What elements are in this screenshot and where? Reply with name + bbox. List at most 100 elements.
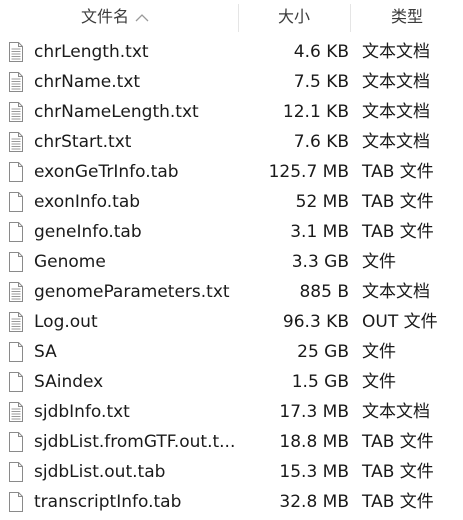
file-name: transcriptInfo.tab bbox=[34, 492, 182, 512]
blank-file-icon-graphic bbox=[9, 192, 23, 212]
blank-file-icon bbox=[8, 341, 24, 363]
file-row[interactable]: chrStart.txt 7.6 KB 文本文档 bbox=[0, 127, 463, 157]
blank-file-icon bbox=[8, 191, 24, 213]
file-name: geneInfo.tab bbox=[34, 222, 142, 242]
file-type: 文本文档 bbox=[362, 282, 430, 302]
text-document-icon-graphic bbox=[9, 402, 23, 422]
text-document-icon-graphic bbox=[9, 72, 23, 92]
column-header-size[interactable]: 大小 bbox=[239, 0, 349, 34]
blank-file-icon-graphic bbox=[9, 372, 23, 392]
blank-file-icon bbox=[8, 371, 24, 393]
file-name: Genome bbox=[34, 252, 106, 272]
file-row[interactable]: SA 25 GB 文件 bbox=[0, 337, 463, 367]
file-type: TAB 文件 bbox=[362, 222, 434, 242]
column-header-type[interactable]: 类型 bbox=[351, 0, 463, 34]
text-document-icon bbox=[8, 101, 24, 123]
file-size: 17.3 MB bbox=[279, 402, 349, 422]
file-size: 4.6 KB bbox=[293, 42, 349, 62]
file-row[interactable]: Log.out 96.3 KB OUT 文件 bbox=[0, 307, 463, 337]
file-type: TAB 文件 bbox=[362, 462, 434, 482]
text-document-icon bbox=[8, 131, 24, 153]
file-type: OUT 文件 bbox=[362, 312, 438, 332]
file-type: TAB 文件 bbox=[362, 432, 434, 452]
file-name: sjdbList.out.tab bbox=[34, 462, 166, 482]
file-name: chrLength.txt bbox=[34, 42, 149, 62]
column-header-type-label: 类型 bbox=[390, 7, 423, 26]
column-header-name[interactable]: 文件名 bbox=[0, 0, 238, 34]
file-row[interactable]: Genome 3.3 GB 文件 bbox=[0, 247, 463, 277]
file-type: TAB 文件 bbox=[362, 192, 434, 212]
text-document-icon bbox=[8, 281, 24, 303]
file-row[interactable]: sjdbList.out.tab 15.3 MB TAB 文件 bbox=[0, 457, 463, 487]
file-type: 文本文档 bbox=[362, 132, 430, 152]
file-row[interactable]: genomeParameters.txt 885 B 文本文档 bbox=[0, 277, 463, 307]
file-name: sjdbInfo.txt bbox=[34, 402, 130, 422]
file-row[interactable]: exonInfo.tab 52 MB TAB 文件 bbox=[0, 187, 463, 217]
file-name: exonInfo.tab bbox=[34, 192, 141, 212]
file-row[interactable]: SAindex 1.5 GB 文件 bbox=[0, 367, 463, 397]
file-name: chrNameLength.txt bbox=[34, 102, 199, 122]
file-name: chrStart.txt bbox=[34, 132, 132, 152]
text-document-icon-graphic bbox=[9, 312, 23, 332]
chevron-up-icon bbox=[135, 0, 149, 34]
file-type: 文件 bbox=[362, 342, 396, 362]
file-size: 12.1 KB bbox=[282, 102, 349, 122]
text-document-icon bbox=[8, 71, 24, 93]
file-size: 25 GB bbox=[297, 342, 349, 362]
file-size: 15.3 MB bbox=[279, 462, 349, 482]
file-size: 52 MB bbox=[295, 192, 349, 212]
file-type: 文本文档 bbox=[362, 72, 430, 92]
file-size: 7.5 KB bbox=[293, 72, 349, 92]
file-name: SAindex bbox=[34, 372, 104, 392]
blank-file-icon-graphic bbox=[9, 342, 23, 362]
file-row[interactable]: chrNameLength.txt 12.1 KB 文本文档 bbox=[0, 97, 463, 127]
file-type: 文件 bbox=[362, 252, 396, 272]
file-type: TAB 文件 bbox=[362, 162, 434, 182]
file-row[interactable]: chrName.txt 7.5 KB 文本文档 bbox=[0, 67, 463, 97]
text-document-icon bbox=[8, 41, 24, 63]
file-name: chrName.txt bbox=[34, 72, 141, 92]
file-size: 1.5 GB bbox=[291, 372, 349, 392]
file-size: 7.6 KB bbox=[293, 132, 349, 152]
column-header-size-label: 大小 bbox=[277, 7, 310, 26]
file-name: sjdbList.fromGTF.out.t... bbox=[34, 432, 236, 452]
file-name: exonGeTrInfo.tab bbox=[34, 162, 179, 182]
file-size: 3.1 MB bbox=[290, 222, 349, 242]
column-header-name-label: 文件名 bbox=[80, 7, 129, 26]
file-size: 3.3 GB bbox=[291, 252, 349, 272]
text-document-icon bbox=[8, 311, 24, 333]
file-row[interactable]: transcriptInfo.tab 32.8 MB TAB 文件 bbox=[0, 487, 463, 517]
text-document-icon-graphic bbox=[9, 132, 23, 152]
blank-file-icon-graphic bbox=[9, 492, 23, 512]
text-document-icon bbox=[8, 401, 24, 423]
blank-file-icon-graphic bbox=[9, 162, 23, 182]
file-size: 32.8 MB bbox=[279, 492, 349, 512]
file-type: 文本文档 bbox=[362, 42, 430, 62]
file-size: 125.7 MB bbox=[268, 162, 349, 182]
file-list: chrLength.txt 4.6 KB 文本文档 chrName.txt 7.5 KB… bbox=[0, 37, 463, 517]
blank-file-icon-graphic bbox=[9, 462, 23, 482]
file-size: 18.8 MB bbox=[279, 432, 349, 452]
blank-file-icon bbox=[8, 221, 24, 243]
file-size: 96.3 KB bbox=[282, 312, 349, 332]
blank-file-icon-graphic bbox=[9, 222, 23, 242]
blank-file-icon bbox=[8, 461, 24, 483]
column-header-bar: 文件名 大小 类型 bbox=[0, 0, 463, 34]
file-row[interactable]: sjdbList.fromGTF.out.t... 18.8 MB TAB 文件 bbox=[0, 427, 463, 457]
blank-file-icon bbox=[8, 251, 24, 273]
file-type: 文件 bbox=[362, 372, 396, 392]
text-document-icon-graphic bbox=[9, 42, 23, 62]
text-document-icon-graphic bbox=[9, 102, 23, 122]
file-row[interactable]: geneInfo.tab 3.1 MB TAB 文件 bbox=[0, 217, 463, 247]
file-row[interactable]: sjdbInfo.txt 17.3 MB 文本文档 bbox=[0, 397, 463, 427]
file-row[interactable]: exonGeTrInfo.tab 125.7 MB TAB 文件 bbox=[0, 157, 463, 187]
blank-file-icon-graphic bbox=[9, 252, 23, 272]
file-type: 文本文档 bbox=[362, 402, 430, 422]
blank-file-icon bbox=[8, 161, 24, 183]
text-document-icon-graphic bbox=[9, 282, 23, 302]
file-type: 文本文档 bbox=[362, 102, 430, 122]
blank-file-icon bbox=[8, 491, 24, 513]
file-row[interactable]: chrLength.txt 4.6 KB 文本文档 bbox=[0, 37, 463, 67]
blank-file-icon bbox=[8, 431, 24, 453]
file-size: 885 B bbox=[299, 282, 349, 302]
